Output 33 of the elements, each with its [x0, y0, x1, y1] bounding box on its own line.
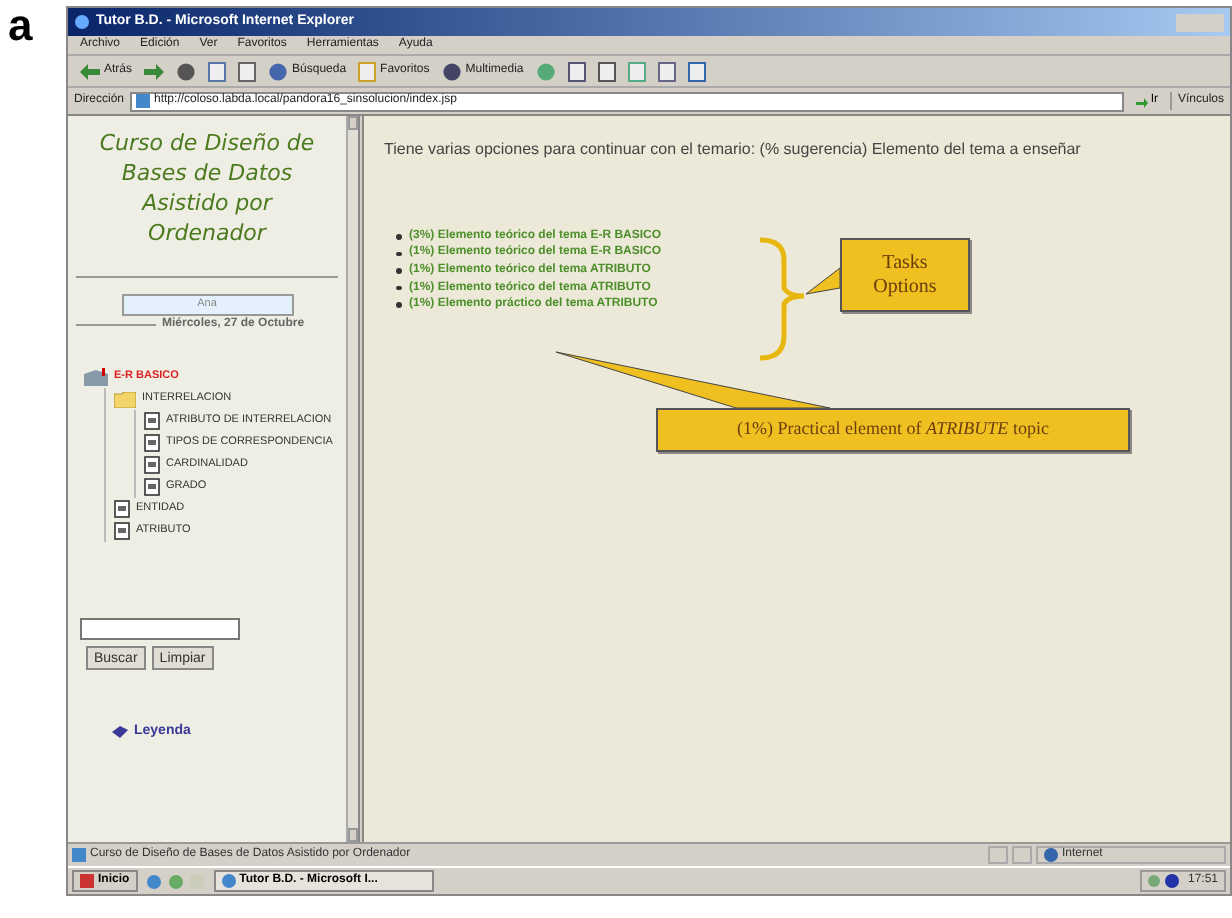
- toolbar-button[interactable]: [144, 63, 165, 79]
- callout-pointer: [805, 267, 841, 295]
- intro-text: Tiene varias opciones para continuar con el temario: (% sugerencia) Elemento del tema a enseñar: [384, 138, 1083, 162]
- document-icon: [358, 61, 377, 81]
- bullet-icon: [396, 234, 401, 240]
- globe-icon: [1044, 848, 1058, 862]
- bullet-icon: [396, 268, 401, 274]
- page-icon: [72, 848, 86, 862]
- bullet-icon: [396, 302, 401, 308]
- callout-box: Tasks Options: [840, 238, 970, 312]
- course-title: Curso de Diseño de Bases de Datos Asistido por Ordenador: [97, 128, 317, 248]
- search-field[interactable]: [80, 618, 240, 640]
- bullet-icon: [396, 251, 401, 257]
- folder-icon: [114, 391, 136, 407]
- circle-icon: [268, 61, 289, 81]
- circle-icon: [176, 61, 197, 81]
- windows-logo: [80, 874, 94, 888]
- brace-drawing: [759, 237, 807, 361]
- scrollbar[interactable]: [346, 116, 358, 842]
- circle-icon: [535, 61, 556, 81]
- page-icon: [136, 94, 151, 108]
- toolbar-button[interactable]: [176, 61, 197, 81]
- bullet-icon: [396, 285, 401, 291]
- figure-label: a: [8, 0, 33, 50]
- arrow-icon: [1136, 95, 1149, 107]
- browser-icon: [74, 14, 90, 30]
- browser-icon: [221, 874, 236, 888]
- arrow-icon: [144, 63, 165, 79]
- callout-box: (1%) Practical element of ATRIBUTE topic: [656, 408, 1130, 452]
- tray-icon[interactable]: [1147, 874, 1180, 888]
- quick-launch-icon[interactable]: [145, 873, 206, 889]
- circle-icon: [441, 61, 462, 81]
- arrow-icon: [80, 63, 100, 79]
